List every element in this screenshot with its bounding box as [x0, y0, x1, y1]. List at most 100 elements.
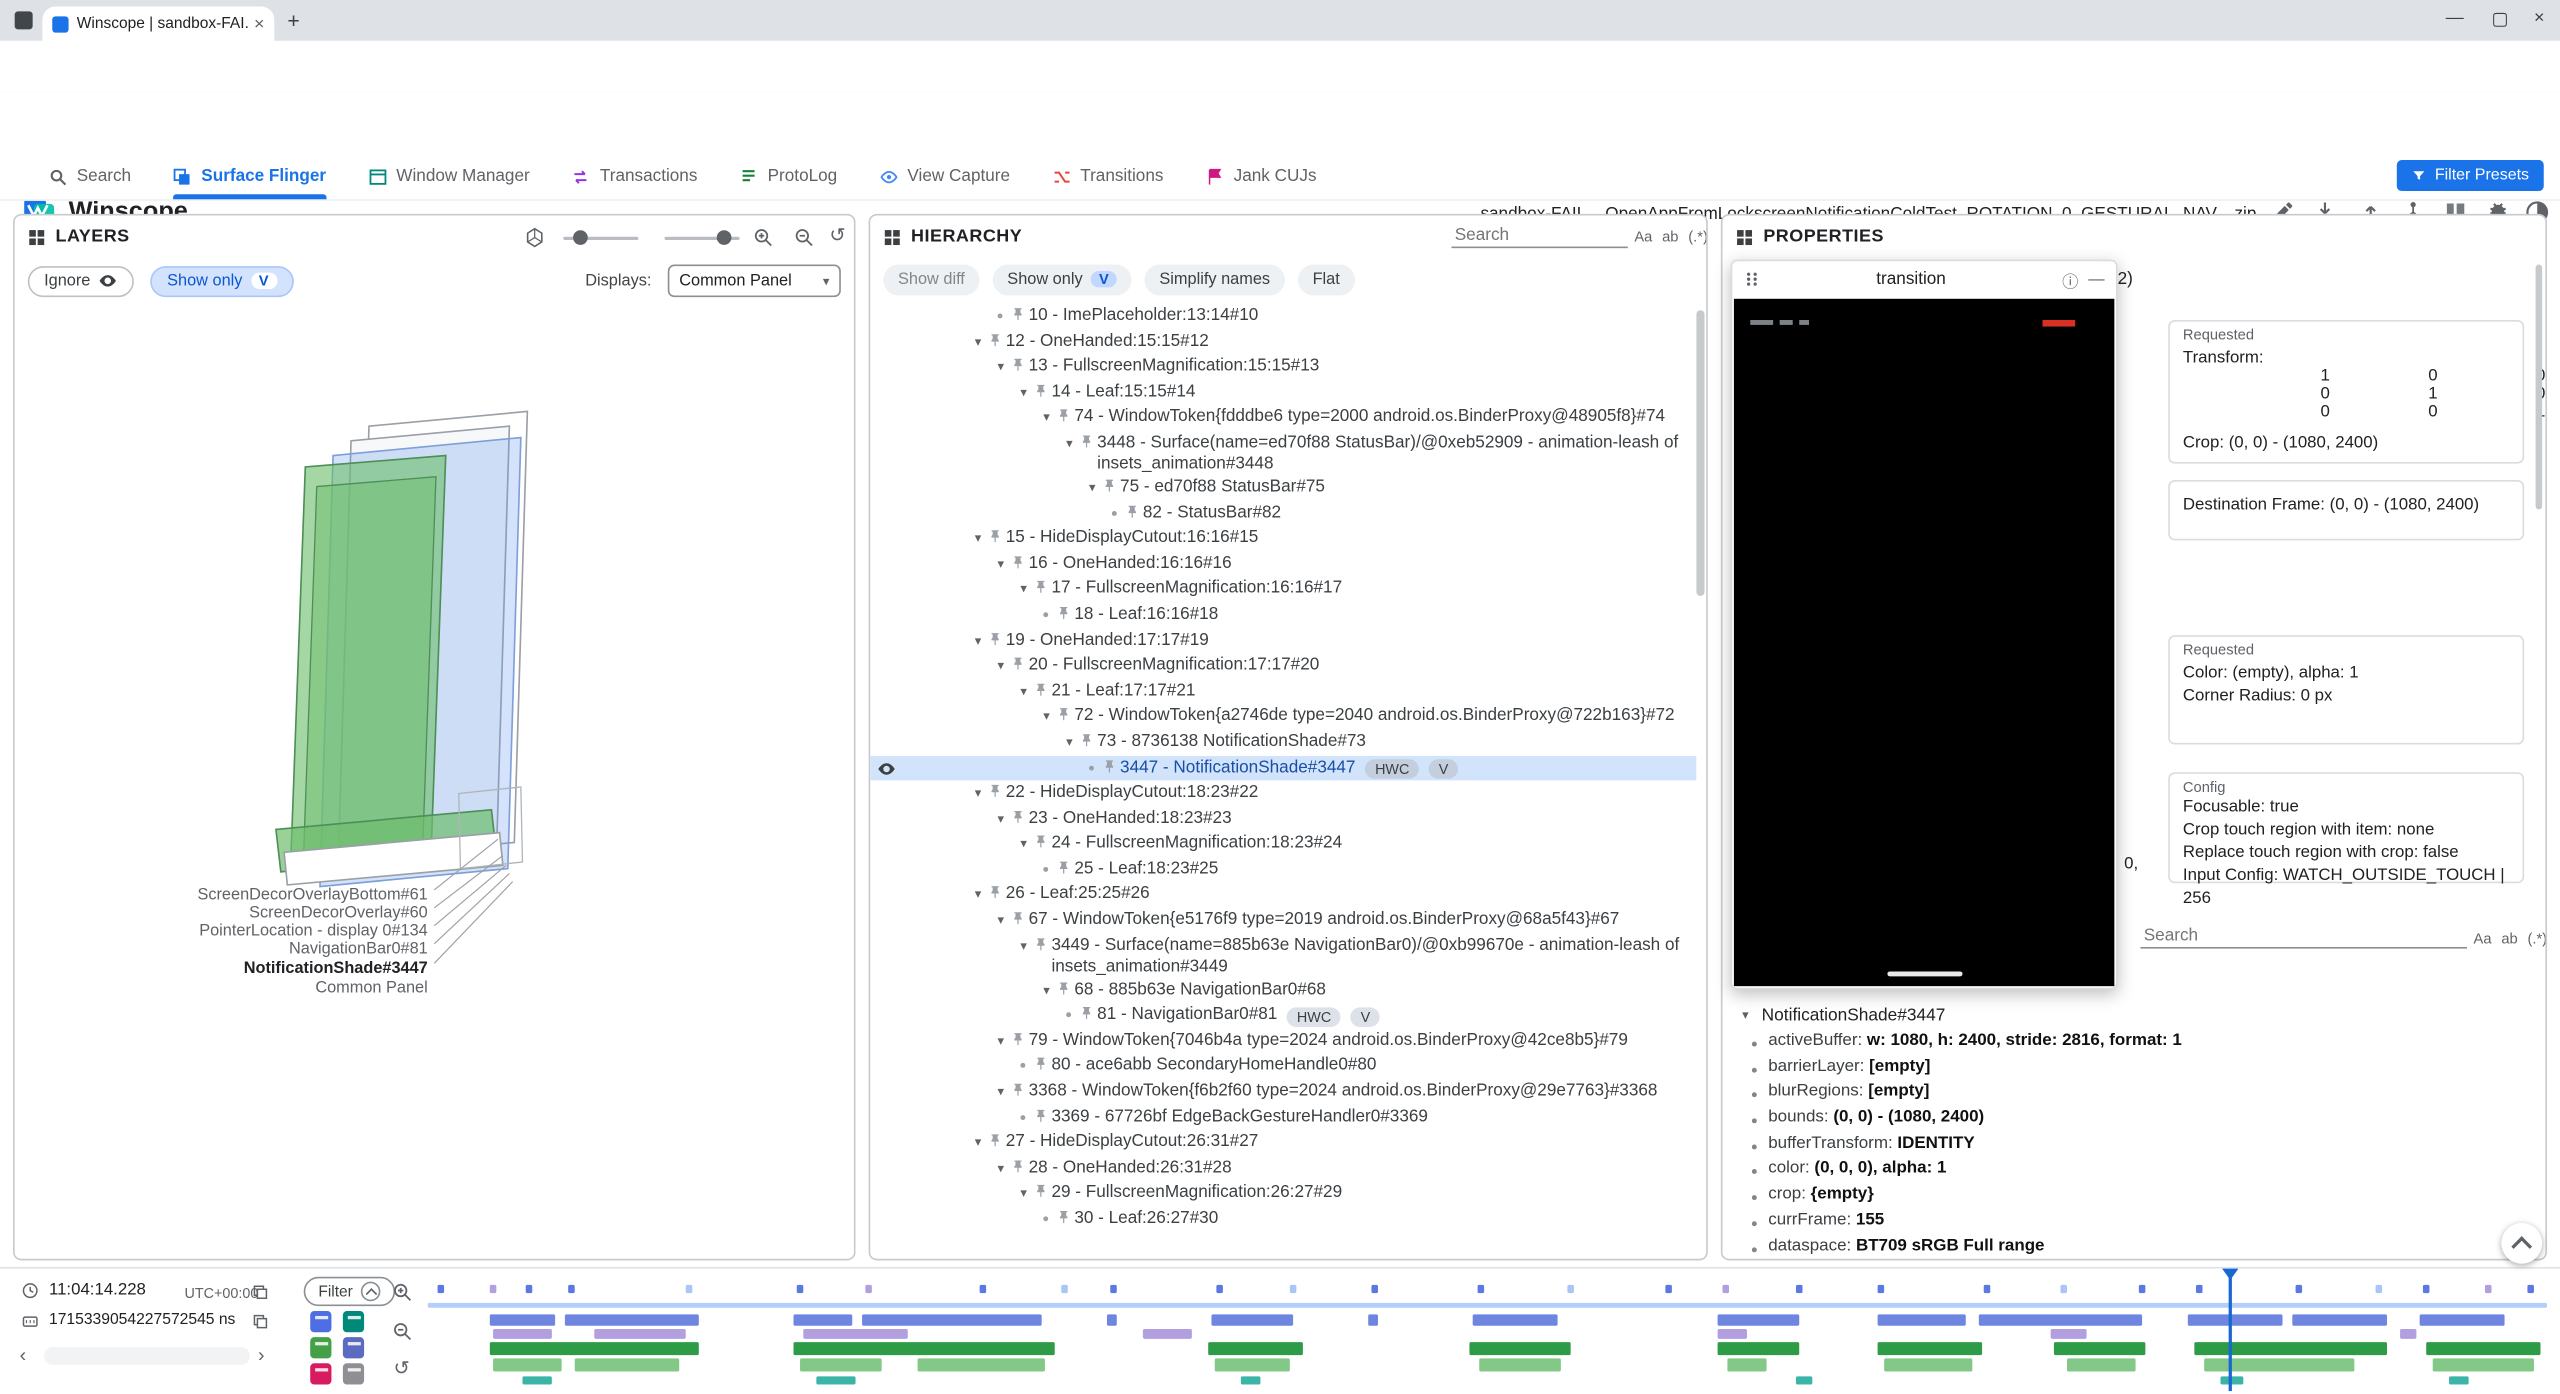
tree-node[interactable]: ▾29 - FullscreenMagnification:26:27#29 — [870, 1181, 1696, 1206]
tab-close-icon[interactable]: × — [254, 14, 265, 34]
minimap-tick[interactable] — [2423, 1285, 2430, 1293]
collapse-timeline-button[interactable] — [2501, 1223, 2542, 1264]
show-only-v-toggle[interactable]: Show only V — [993, 264, 1132, 295]
trace-segment-purple[interactable] — [2400, 1329, 2416, 1339]
pin-icon[interactable] — [1011, 358, 1026, 373]
expander-icon[interactable]: ▾ — [991, 910, 1011, 931]
expander-icon[interactable]: ▾ — [1037, 706, 1057, 727]
minimap-tick[interactable] — [1061, 1285, 1068, 1293]
pin-icon[interactable] — [988, 886, 1003, 901]
expander-icon[interactable]: ▾ — [991, 655, 1011, 676]
trace-segment-dgreen[interactable] — [1718, 1342, 1800, 1355]
tree-node[interactable]: ▾20 - FullscreenMagnification:17:17#20 — [870, 653, 1696, 678]
new-tab-button[interactable]: + — [287, 8, 299, 32]
properties-search-input[interactable] — [2140, 924, 2467, 948]
trace-segment-lgreen[interactable] — [1215, 1358, 1290, 1371]
pin-icon[interactable] — [1056, 707, 1071, 722]
minimap-tick[interactable] — [980, 1285, 987, 1293]
tree-node[interactable]: 82 - StatusBar#82 — [870, 501, 1696, 526]
trace-segment-purple[interactable] — [594, 1329, 685, 1339]
trace-segment-blue[interactable] — [2292, 1314, 2387, 1325]
trace-segment-purple[interactable] — [803, 1329, 907, 1339]
pin-icon[interactable] — [988, 1133, 1003, 1148]
pin-icon[interactable] — [1079, 434, 1094, 449]
info-icon[interactable]: ⓘ — [2062, 267, 2078, 291]
overlay-title-bar[interactable]: transition ⓘ — — [1732, 261, 2116, 297]
filter-presets-button[interactable]: Filter Presets — [2397, 160, 2543, 191]
minimap-tick[interactable] — [1665, 1285, 1672, 1293]
layers-3d-canvas[interactable]: ScreenDecorOverlayBottom#61 ScreenDecorO… — [15, 304, 854, 1259]
pin-icon[interactable] — [1033, 1057, 1048, 1072]
trace-segment-teal[interactable] — [2449, 1376, 2469, 1384]
trace-segment-dgreen[interactable] — [1208, 1342, 1303, 1355]
tree-node[interactable]: 80 - ace6abb SecondaryHomeHandle0#80 — [870, 1054, 1696, 1079]
minimap-tick[interactable] — [568, 1285, 575, 1293]
ignore-button[interactable]: Ignore — [28, 265, 135, 296]
minimap-tick[interactable] — [1478, 1285, 1485, 1293]
pin-icon[interactable] — [1033, 1184, 1048, 1199]
drag-handle-icon[interactable] — [1744, 271, 1760, 287]
tree-node[interactable]: ▾67 - WindowToken{e5176f9 type=2019 andr… — [870, 908, 1696, 933]
expander-icon[interactable]: ▾ — [1014, 1183, 1034, 1204]
layer-label[interactable]: NavigationBar0#81 — [289, 939, 428, 957]
trace-segment-lgreen[interactable] — [2067, 1358, 2136, 1371]
tree-node[interactable]: ▾22 - HideDisplayCutout:18:23#22 — [870, 781, 1696, 806]
expander-icon[interactable]: ▾ — [991, 808, 1011, 829]
trace-segment-blue[interactable] — [1107, 1314, 1117, 1325]
visibility-icon[interactable] — [877, 758, 897, 778]
property-row[interactable]: bufferTransform: IDENTITY — [1722, 1134, 2545, 1160]
minimap-tick[interactable] — [2527, 1285, 2534, 1293]
minimap-tick[interactable] — [438, 1285, 445, 1293]
tree-node[interactable]: ▾17 - FullscreenMagnification:16:16#17 — [870, 577, 1696, 602]
zoom-in-icon[interactable] — [753, 227, 774, 248]
minimap-tick[interactable] — [2296, 1285, 2303, 1293]
tab-protolog[interactable]: ProtoLog — [740, 153, 837, 199]
timeline-cursor[interactable] — [2229, 1270, 2232, 1391]
expander-icon[interactable]: ▾ — [991, 1081, 1011, 1102]
pin-icon[interactable] — [1011, 657, 1026, 672]
hierarchy-scrollbar[interactable] — [1696, 310, 1704, 596]
trace-segment-dgreen[interactable] — [2194, 1342, 2387, 1355]
tree-node[interactable]: ▾24 - FullscreenMagnification:18:23#24 — [870, 832, 1696, 857]
whole-word-icon[interactable]: ab — [1662, 229, 1678, 245]
properties-scrollbar[interactable] — [2536, 264, 2543, 509]
minimap-tick[interactable] — [1290, 1285, 1297, 1293]
pin-icon[interactable] — [1056, 860, 1071, 875]
trace-segment-dgreen[interactable] — [793, 1342, 1054, 1355]
pin-icon[interactable] — [1011, 555, 1026, 570]
expander-icon[interactable]: ▾ — [1014, 680, 1034, 701]
trace-segment-purple[interactable] — [493, 1329, 552, 1339]
minimap-tick[interactable] — [1796, 1285, 1803, 1293]
displays-select[interactable]: Common Panel ▾ — [668, 264, 841, 297]
expander-icon[interactable]: ▾ — [1014, 833, 1034, 854]
minimap-tick[interactable] — [865, 1285, 872, 1293]
pin-icon[interactable] — [1102, 758, 1117, 773]
trace-segment-blue[interactable] — [1473, 1314, 1558, 1325]
minimap-tick[interactable] — [686, 1285, 693, 1293]
pin-icon[interactable] — [1033, 383, 1048, 398]
tree-node[interactable]: 30 - Leaf:26:27#30 — [870, 1207, 1696, 1232]
trace-segment-dgreen[interactable] — [1878, 1342, 1982, 1355]
trace-segment-lgreen[interactable] — [1479, 1358, 1561, 1371]
minimap-tick[interactable] — [1984, 1285, 1991, 1293]
pin-icon[interactable] — [1033, 682, 1048, 697]
tree-node[interactable]: ▾72 - WindowToken{a2746de type=2040 andr… — [870, 704, 1696, 729]
pin-icon[interactable] — [1011, 1083, 1026, 1098]
screenshot-overlay-window[interactable]: transition ⓘ — — [1731, 260, 2118, 990]
trace-segment-purple[interactable] — [1143, 1329, 1192, 1339]
trace-segment-teal[interactable] — [816, 1376, 855, 1384]
trace-segment-dgreen[interactable] — [2054, 1342, 2145, 1355]
trace-segment-dgreen[interactable] — [490, 1342, 699, 1355]
trace-segment-lgreen[interactable] — [1727, 1358, 1766, 1371]
pin-icon[interactable] — [1056, 409, 1071, 424]
timeline-cursor-handle[interactable] — [2222, 1269, 2238, 1280]
minimap-tick[interactable] — [526, 1285, 533, 1293]
tree-node[interactable]: 25 - Leaf:18:23#25 — [870, 857, 1696, 882]
minimap-tick[interactable] — [1722, 1285, 1729, 1293]
tree-node[interactable]: 18 - Leaf:16:16#18 — [870, 602, 1696, 627]
expander-icon[interactable]: ▾ — [1060, 731, 1080, 752]
tree-node[interactable]: 3369 - 67726bf EdgeBackGestureHandler0#3… — [870, 1105, 1696, 1130]
tree-node[interactable]: ▾79 - WindowToken{7046b4a type=2024 andr… — [870, 1028, 1696, 1053]
expander-icon[interactable]: ▾ — [1037, 979, 1057, 1000]
tree-node[interactable]: 10 - ImePlaceholder:13:14#10 — [870, 304, 1696, 329]
